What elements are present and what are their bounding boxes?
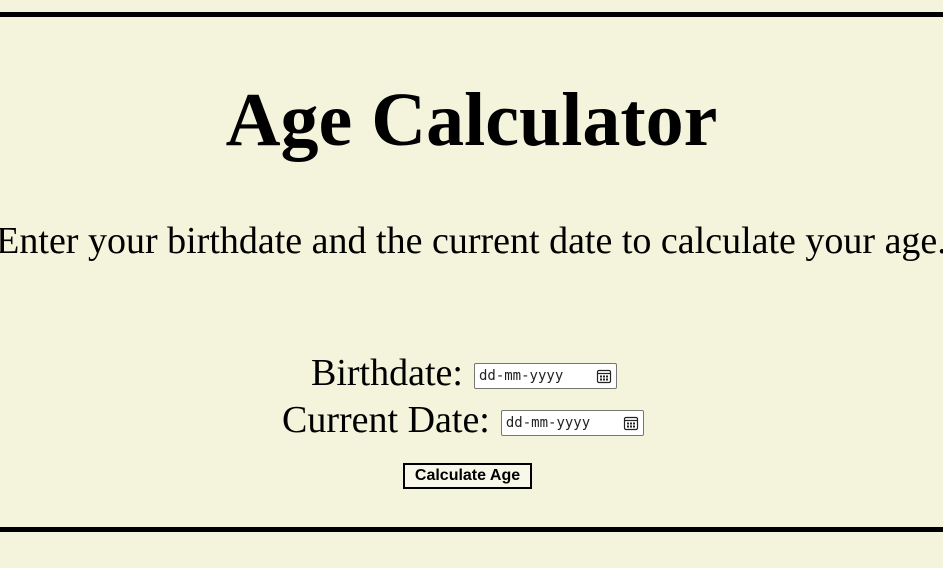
calculate-age-button[interactable]: Calculate Age: [403, 463, 532, 489]
calendar-icon[interactable]: [596, 368, 612, 384]
current-date-placeholder: dd-mm-yyyy: [505, 415, 591, 431]
birthdate-input[interactable]: dd-mm-yyyy: [473, 363, 617, 389]
intro-text: Enter your birthdate and the current dat…: [0, 220, 943, 262]
birthdate-label: Birthdate:: [311, 352, 463, 394]
current-date-label: Current Date:: [282, 399, 490, 441]
calendar-icon[interactable]: [623, 415, 639, 431]
page-title: Age Calculator: [225, 78, 718, 162]
current-date-input[interactable]: dd-mm-yyyy: [500, 410, 644, 436]
current-date-row: Current Date: dd-mm-yyyy: [282, 397, 644, 443]
birthdate-row: Birthdate: dd-mm-yyyy: [311, 350, 617, 396]
birthdate-placeholder: dd-mm-yyyy: [478, 368, 564, 384]
